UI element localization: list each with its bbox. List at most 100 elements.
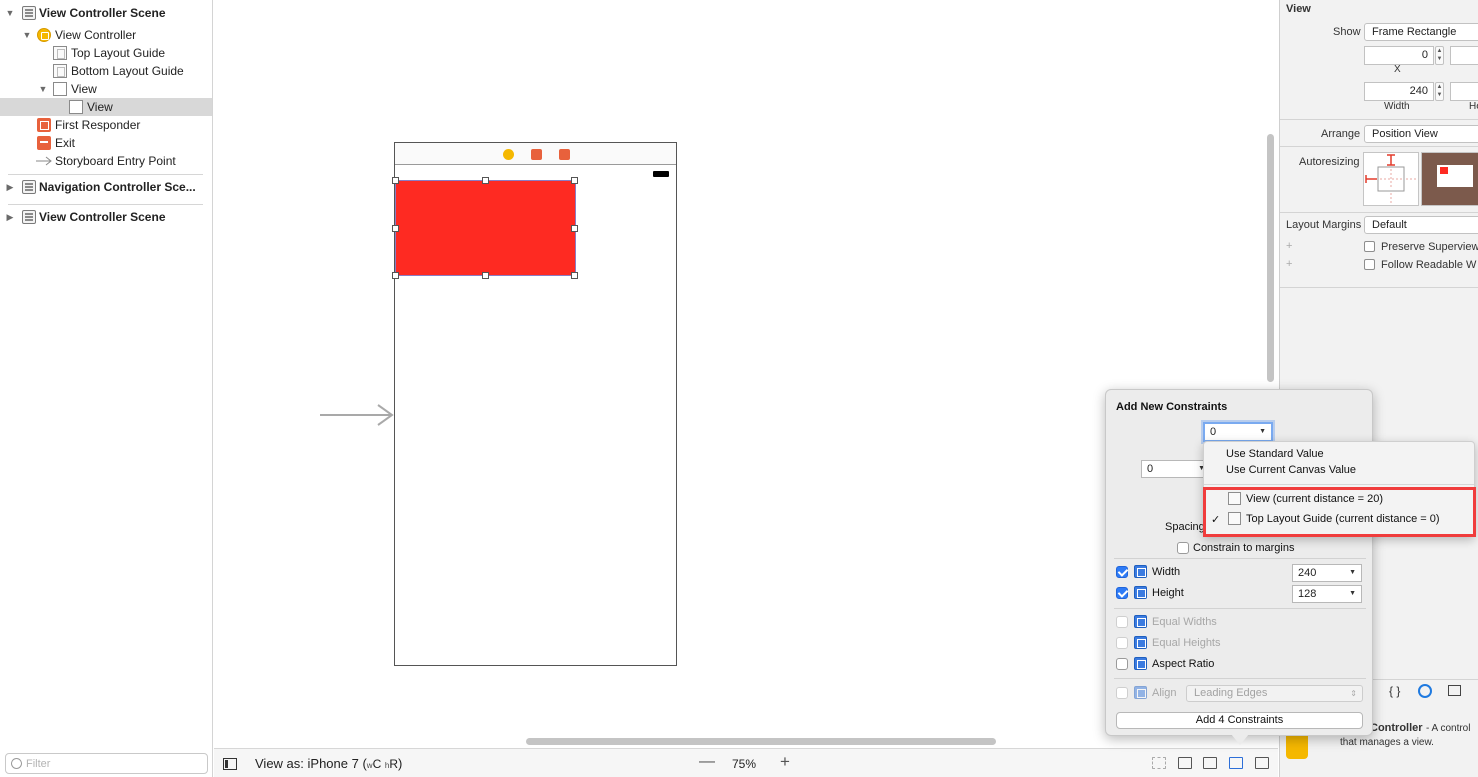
resolve-auto-layout-issues-icon[interactable] <box>1255 757 1269 769</box>
resize-handle[interactable] <box>392 177 399 184</box>
entry-arrow-icon <box>36 156 52 166</box>
popover-separator <box>1114 558 1366 559</box>
disclosure-open-icon[interactable]: ▼ <box>21 26 33 44</box>
zoom-in-button[interactable]: + <box>777 752 793 772</box>
library-item-title: Controller <box>1370 722 1423 734</box>
outline-label: View <box>87 100 113 114</box>
menu-item-use-standard-value[interactable]: Use Standard Value <box>1226 448 1478 460</box>
constrain-to-margins-checkbox[interactable] <box>1177 542 1189 554</box>
scene-icon <box>22 210 36 224</box>
outline-row-view-controller-scene-2[interactable]: ▶ View Controller Scene <box>0 208 212 226</box>
resize-handle[interactable] <box>482 177 489 184</box>
add-variation-button[interactable]: + <box>1286 240 1292 252</box>
resize-handle[interactable] <box>571 177 578 184</box>
arrange-label: Arrange <box>1321 128 1361 140</box>
code-snippet-library-icon[interactable]: { } <box>1389 684 1400 698</box>
update-frames-icon[interactable] <box>1152 757 1166 769</box>
resize-handle[interactable] <box>392 272 399 279</box>
disclosure-closed-icon[interactable]: ▶ <box>4 208 16 226</box>
align-edges-popup[interactable]: Leading Edges ⇕ <box>1186 685 1363 702</box>
aspect-ratio-checkbox[interactable] <box>1116 658 1128 670</box>
view-controller-frame[interactable] <box>392 142 677 666</box>
dropdown-arrow-icon[interactable]: ▼ <box>1349 565 1356 581</box>
document-outline: ▼ View Controller Scene ▼ View Controlle… <box>0 0 213 777</box>
outline-row-navigation-controller-scene[interactable]: ▶ Navigation Controller Sce... <box>0 178 212 196</box>
preserve-superview-checkbox[interactable] <box>1364 241 1375 252</box>
view-controller-dock-icon[interactable] <box>503 149 514 160</box>
outline-label: Storyboard Entry Point <box>55 154 176 168</box>
equal-heights-checkbox[interactable] <box>1116 637 1128 649</box>
outline-row-first-responder[interactable]: First Responder <box>0 116 212 134</box>
view-as-device[interactable]: View as: iPhone 7 (wC hR) <box>255 756 402 771</box>
follow-readable-width-label: Follow Readable W <box>1381 259 1477 271</box>
layout-margins-popup[interactable]: Default <box>1364 216 1478 234</box>
outline-row-storyboard-entry-point[interactable]: Storyboard Entry Point <box>0 152 212 170</box>
resize-handle[interactable] <box>482 272 489 279</box>
resize-handle[interactable] <box>571 225 578 232</box>
outline-row-exit[interactable]: Exit <box>0 134 212 152</box>
outline-row-view-controller-scene[interactable]: ▼ View Controller Scene <box>0 4 212 22</box>
outline-label: Bottom Layout Guide <box>71 64 184 78</box>
exit-dock-icon[interactable] <box>559 149 570 160</box>
width-label: Width <box>1384 101 1410 112</box>
media-library-icon[interactable] <box>1448 685 1461 696</box>
add-variation-button[interactable]: + <box>1286 258 1292 270</box>
view-as-close-paren: ) <box>397 756 403 771</box>
follow-readable-width-checkbox[interactable] <box>1364 259 1375 270</box>
first-responder-dock-icon[interactable] <box>531 149 542 160</box>
dropdown-arrow-icon[interactable]: ▼ <box>1259 424 1266 440</box>
height-label: He <box>1469 101 1478 112</box>
align-checkbox[interactable] <box>1116 687 1128 699</box>
resize-handle[interactable] <box>392 225 399 232</box>
top-spacing-field[interactable]: 0 ▼ <box>1203 422 1273 442</box>
outline-row-view[interactable]: ▼ View <box>0 80 212 98</box>
zoom-level[interactable]: 75% <box>732 757 756 771</box>
outline-filter[interactable] <box>5 753 208 774</box>
autoresizing-mask-control[interactable] <box>1363 152 1419 206</box>
view-icon <box>53 82 67 96</box>
equal-widths-checkbox[interactable] <box>1116 616 1128 628</box>
dropdown-arrow-icon[interactable]: ▼ <box>1349 586 1356 602</box>
width-stepper[interactable]: ▲ ▼ <box>1435 82 1444 101</box>
height-field[interactable] <box>1450 82 1478 101</box>
width-value-field[interactable]: 240 ▼ <box>1292 564 1362 582</box>
show-popup[interactable]: Frame Rectangle <box>1364 23 1478 41</box>
outline-row-bottom-layout-guide[interactable]: Bottom Layout Guide <box>0 62 212 80</box>
arrange-popup[interactable]: Position View <box>1364 125 1478 143</box>
height-value-field[interactable]: 128 ▼ <box>1292 585 1362 603</box>
embed-in-stack-icon[interactable] <box>1178 757 1192 769</box>
resize-handle[interactable] <box>571 272 578 279</box>
menu-item-use-current-canvas-value[interactable]: Use Current Canvas Value <box>1226 464 1478 476</box>
add-constraints-button[interactable]: Add 4 Constraints <box>1116 712 1363 729</box>
disclosure-open-icon[interactable]: ▼ <box>37 80 49 98</box>
outline-toggle-icon[interactable] <box>223 758 237 770</box>
equal-heights-label: Equal Heights <box>1152 637 1221 649</box>
disclosure-closed-icon[interactable]: ▶ <box>4 178 16 196</box>
autoresizing-label: Autoresizing <box>1299 156 1360 168</box>
popover-separator <box>1114 608 1366 609</box>
constrain-to-margins-label: Constrain to margins <box>1193 542 1295 554</box>
filter-input[interactable] <box>26 755 201 772</box>
outline-row-top-layout-guide[interactable]: Top Layout Guide <box>0 44 212 62</box>
leading-spacing-field[interactable]: 0 ▼ <box>1141 460 1211 478</box>
disclosure-open-icon[interactable]: ▼ <box>4 4 16 22</box>
x-stepper[interactable]: ▲ ▼ <box>1435 46 1444 65</box>
horizontal-scrollbar[interactable] <box>526 738 996 745</box>
x-field[interactable]: 0 <box>1364 46 1434 65</box>
width-constraint-icon <box>1134 565 1147 578</box>
width-checkbox[interactable] <box>1116 566 1128 578</box>
object-library-icon[interactable] <box>1418 684 1432 698</box>
inspector-separator <box>1280 212 1478 213</box>
zoom-out-button[interactable]: — <box>699 753 715 771</box>
align-icon[interactable] <box>1203 757 1217 769</box>
vertical-scrollbar[interactable] <box>1267 134 1274 382</box>
outline-row-subview-selected[interactable]: View <box>0 98 212 116</box>
menu-separator <box>1204 484 1474 485</box>
outline-row-view-controller[interactable]: ▼ View Controller <box>0 26 212 44</box>
selected-red-view[interactable] <box>392 177 578 279</box>
height-checkbox[interactable] <box>1116 587 1128 599</box>
add-new-constraints-icon[interactable] <box>1229 757 1243 769</box>
size-class-c: C <box>372 757 382 771</box>
y-field[interactable] <box>1450 46 1478 65</box>
width-field[interactable]: 240 <box>1364 82 1434 101</box>
